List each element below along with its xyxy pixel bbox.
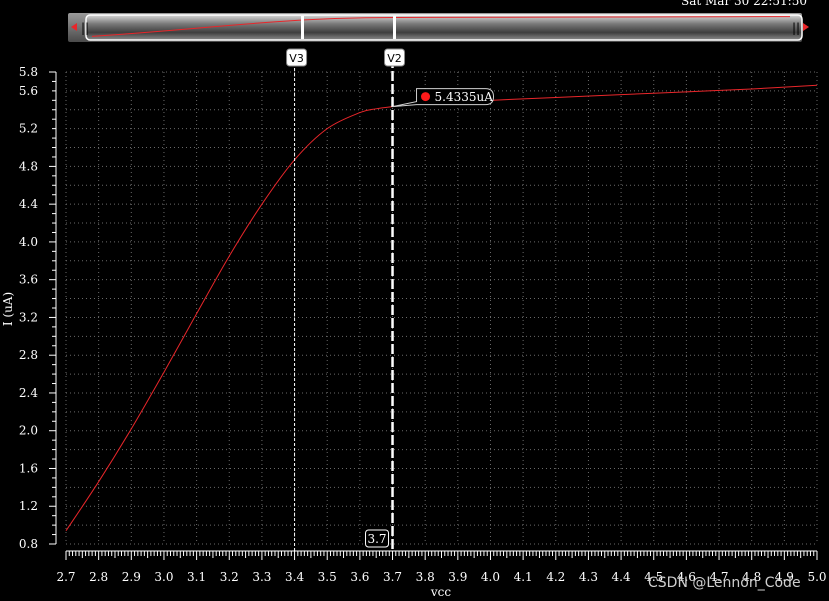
- cursor-tag-label: V2: [387, 52, 402, 65]
- y-tick-label: 4.4: [19, 197, 38, 211]
- y-tick-label: 2.8: [19, 348, 38, 362]
- plot-grid: [65, 71, 818, 545]
- x-tick-label: 4.1: [514, 570, 533, 584]
- overview-cursor-v2[interactable]: [393, 16, 396, 39]
- x-tick-label: 2.7: [56, 570, 75, 584]
- x-tick-label: 3.3: [252, 570, 271, 584]
- y-tick-label: 5.2: [19, 122, 38, 136]
- marker-dot-icon: [421, 92, 431, 102]
- waveform-viewer: || || Sat Mar 30 22:51:50 2024 2.7 2.8 2.9…: [1, 0, 827, 599]
- x-tick-label: 2.8: [89, 570, 108, 584]
- x-tick-label: 2.9: [122, 570, 141, 584]
- x-axis-title: vcc: [430, 585, 452, 599]
- x-tick-label: 3.8: [416, 570, 435, 584]
- y-tick-label: 1.6: [19, 461, 38, 475]
- y-tick-label: 4.8: [19, 159, 38, 173]
- marker-value-label: 5.4335uA: [435, 90, 494, 104]
- y-tick-label: 5.8: [19, 65, 38, 79]
- overview-left-handle[interactable]: ||: [81, 21, 89, 35]
- y-tick-label: 2.0: [19, 424, 38, 438]
- overview-right-handle[interactable]: ||: [792, 21, 800, 35]
- x-tick-label: 4.4: [612, 570, 631, 584]
- x-tick-label: 5.0: [807, 570, 826, 584]
- y-tick-label: 1.2: [19, 499, 38, 513]
- cursor-x-readout-label: 3.7: [367, 532, 386, 546]
- cursors[interactable]: V3 V2 3.7: [286, 48, 406, 551]
- current-trace[interactable]: [65, 84, 818, 532]
- y-tick-label: 3.6: [19, 273, 38, 287]
- overview-cursor-v3[interactable]: [301, 16, 304, 39]
- y-tick-label: 0.8: [19, 537, 38, 551]
- y-tick-label: 4.0: [19, 235, 38, 249]
- x-tick-label: 3.4: [285, 570, 304, 584]
- y-tick-label: 3.2: [19, 310, 38, 324]
- x-tick-label: 4.0: [481, 570, 500, 584]
- cursor-tag-label: V3: [289, 52, 304, 65]
- x-tick-label: 3.9: [448, 570, 467, 584]
- x-tick-label: 3.0: [154, 570, 173, 584]
- y-axis-title: I (uA): [1, 292, 15, 326]
- y-axis-ticks: 0.8 1.2 1.6 2.0 2.4 2.8 3.2 3.6 4.0 4.4 4.8 5.2 5.6 5…: [19, 65, 57, 551]
- timestamp-year: 2024: [681, 8, 712, 22]
- x-tick-label: 3.2: [220, 570, 239, 584]
- watermark: CSDN @Lennon_Code: [648, 575, 801, 591]
- x-tick-label: 3.1: [187, 570, 206, 584]
- y-tick-label: 2.4: [19, 386, 38, 400]
- x-tick-label: 3.5: [318, 570, 337, 584]
- timestamp: Sat Mar 30 22:51:50: [681, 0, 807, 8]
- x-tick-label: 4.3: [579, 570, 598, 584]
- x-tick-label: 3.7: [383, 570, 402, 584]
- scroll-right-arrow-icon[interactable]: [803, 23, 809, 31]
- y-tick-label: 5.6: [19, 84, 38, 98]
- marker[interactable]: 5.4335uA: [392, 88, 495, 108]
- x-tick-label: 3.6: [350, 570, 369, 584]
- x-tick-label: 4.2: [546, 570, 565, 584]
